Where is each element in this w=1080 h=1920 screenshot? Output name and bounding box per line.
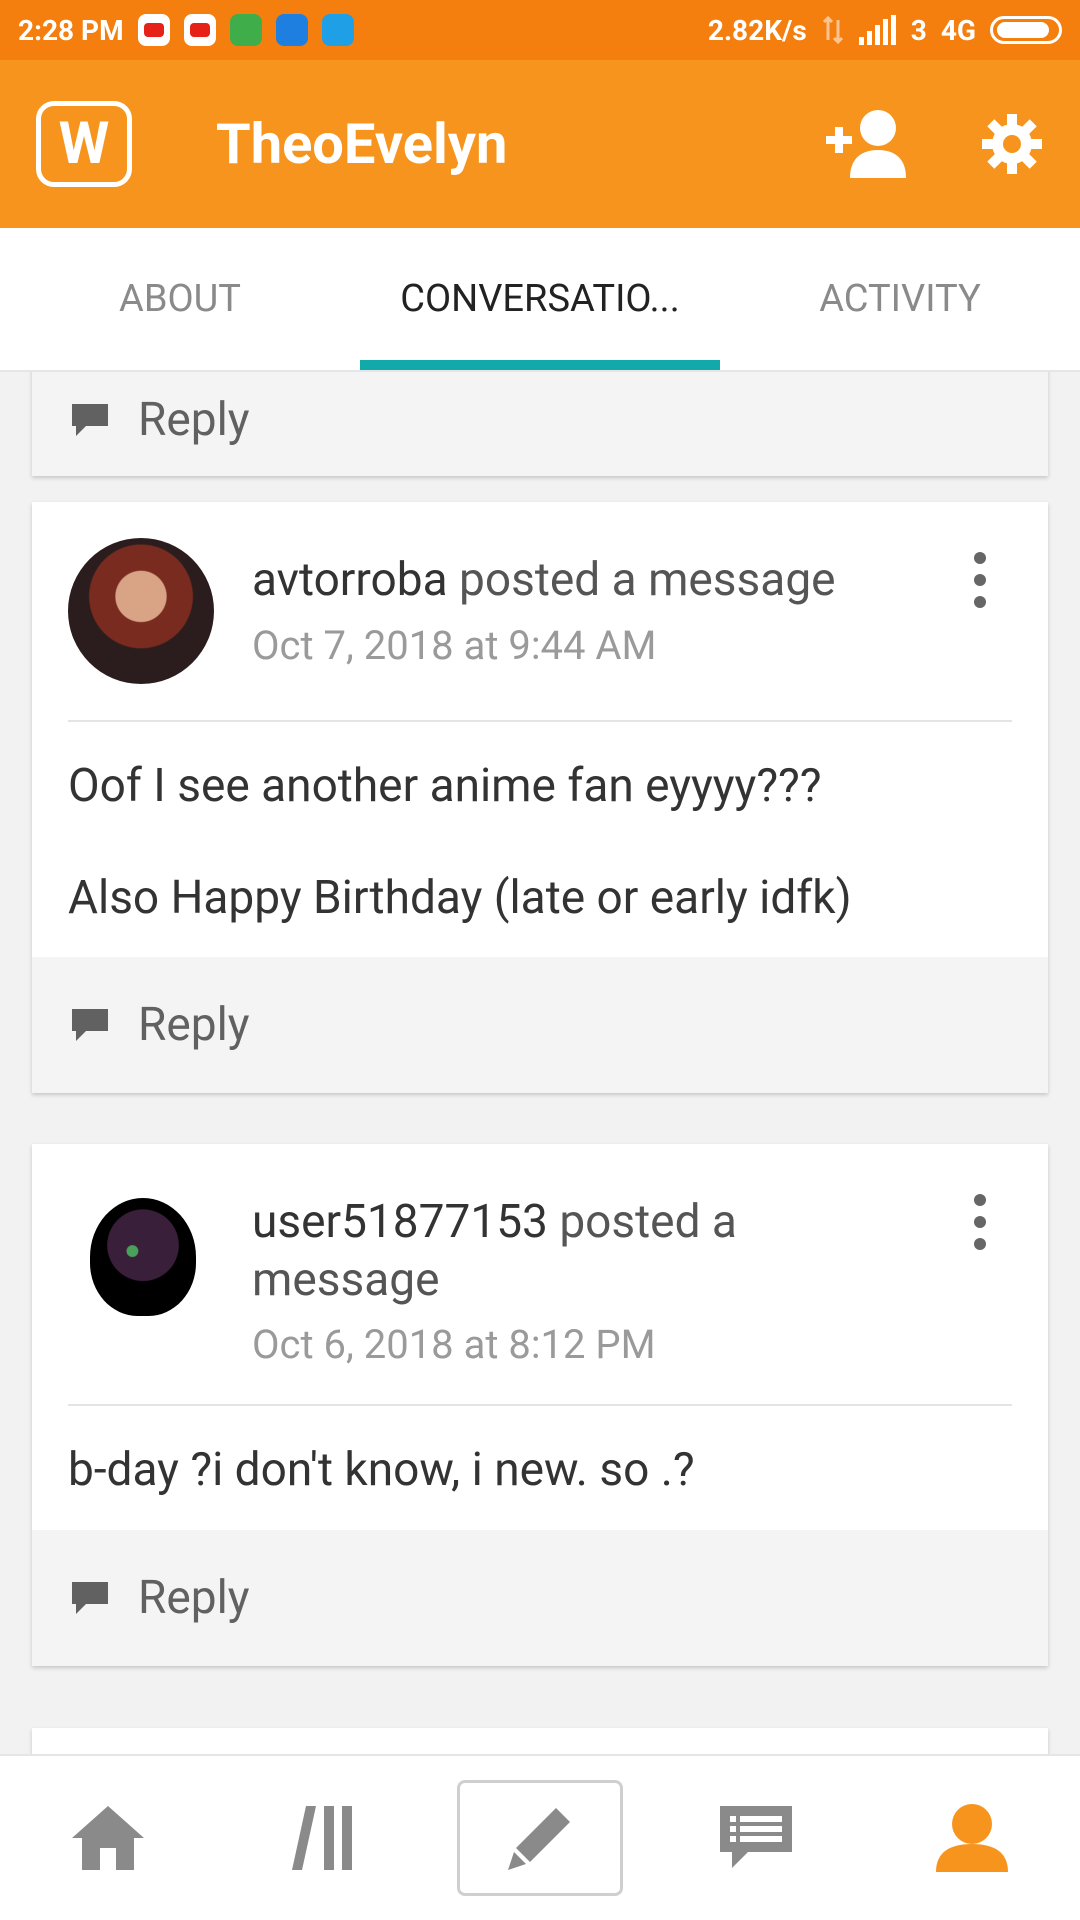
square-app-icon xyxy=(275,14,308,46)
post-body: b-day ?i don't know, i new. so .? xyxy=(32,1406,1048,1530)
conversation-feed[interactable]: Reply avtorroba posted a message Oct 7, … xyxy=(0,372,1080,1754)
post-body-line: b-day ?i don't know, i new. so .? xyxy=(68,1443,695,1497)
nav-compose[interactable] xyxy=(432,1756,648,1920)
post-header: avtorroba posted a message Oct 7, 2018 a… xyxy=(32,502,1048,684)
home-icon xyxy=(72,1806,144,1870)
library-icon xyxy=(292,1806,352,1870)
post-header: user51877153 posted a message Oct 6, 201… xyxy=(32,1144,1048,1368)
logo-glyph: W xyxy=(58,110,110,178)
status-bar: 2:28 PM 2.82K/s 3 4G xyxy=(0,0,1080,60)
signal-icon xyxy=(858,15,896,45)
nav-library[interactable] xyxy=(216,1756,432,1920)
avatar[interactable] xyxy=(68,1180,214,1326)
data-arrows-icon xyxy=(822,15,843,45)
app-bar-actions xyxy=(826,108,1044,180)
comment-icon xyxy=(72,404,108,436)
post-body-line: Also Happy Birthday (late or early idfk) xyxy=(68,870,852,925)
wattpad-logo-icon[interactable]: W xyxy=(36,101,132,187)
app-bar: W TheoEvelyn xyxy=(0,60,1080,228)
compose-icon xyxy=(508,1808,570,1870)
reply-label: Reply xyxy=(138,393,250,447)
cat-app-icon xyxy=(229,14,262,46)
app-root: 2:28 PM 2.82K/s 3 4G W TheoEvelyn ABOUT … xyxy=(0,0,1080,1920)
post-username[interactable]: user51877153 xyxy=(252,1195,548,1249)
post-timestamp: Oct 6, 2018 at 8:12 PM xyxy=(252,1321,656,1368)
network-speed: 2.82K/s xyxy=(707,13,807,47)
reply-button[interactable]: Reply xyxy=(32,1529,1048,1666)
nav-messages[interactable] xyxy=(648,1756,864,1920)
post-meta: user51877153 posted a message Oct 6, 201… xyxy=(252,1180,1012,1368)
battery-icon xyxy=(990,16,1062,44)
profile-tabs: ABOUT CONVERSATIO... ACTIVITY xyxy=(0,228,1080,372)
youtube-icon xyxy=(137,14,170,46)
signal-label: 3 xyxy=(910,13,927,47)
compose-button-frame xyxy=(457,1780,623,1896)
youtube-icon xyxy=(183,14,216,46)
post-username[interactable]: avtorroba xyxy=(252,553,448,607)
status-time: 2:28 PM xyxy=(18,13,124,47)
nav-profile[interactable] xyxy=(864,1756,1080,1920)
tab-activity-label: ACTIVITY xyxy=(819,277,981,321)
tab-conversations[interactable]: CONVERSATIO... xyxy=(360,228,720,370)
tab-about[interactable]: ABOUT xyxy=(0,228,360,370)
nav-home[interactable] xyxy=(0,1756,216,1920)
avatar[interactable] xyxy=(68,538,214,684)
network-type: 4G xyxy=(940,13,976,47)
add-person-icon[interactable] xyxy=(826,108,910,180)
post-meta: avtorroba posted a message Oct 7, 2018 a… xyxy=(252,538,1012,684)
gear-icon[interactable] xyxy=(980,112,1044,176)
page-title: TheoEvelyn xyxy=(216,111,508,177)
messages-icon xyxy=(720,1806,792,1868)
post-action-text: posted a message xyxy=(459,553,836,607)
comment-icon xyxy=(72,1581,108,1614)
drop-app-icon xyxy=(321,14,354,46)
status-right: 2.82K/s 3 4G xyxy=(708,14,1062,47)
message-card: avtorroba posted a message Oct 7, 2018 a… xyxy=(32,502,1048,1093)
post-timestamp: Oct 7, 2018 at 9:44 AM xyxy=(252,621,657,669)
message-card-next xyxy=(32,1728,1048,1754)
tab-conversations-label: CONVERSATIO... xyxy=(400,277,680,321)
reply-button[interactable]: Reply xyxy=(32,372,1048,476)
more-options-icon[interactable] xyxy=(974,552,986,608)
reply-label: Reply xyxy=(138,1570,250,1625)
post-author-line: user51877153 posted a message xyxy=(252,1194,932,1309)
bottom-nav xyxy=(0,1754,1080,1920)
comment-icon xyxy=(72,1009,108,1041)
post-body-line: Oof I see another anime fan eyyyy??? xyxy=(68,759,822,813)
post-author-line: avtorroba posted a message xyxy=(252,552,932,610)
post-body: Oof I see another anime fan eyyyy??? Als… xyxy=(32,722,1048,957)
status-left: 2:28 PM xyxy=(18,14,354,47)
message-card-previous: Reply xyxy=(32,372,1048,476)
reply-button[interactable]: Reply xyxy=(32,957,1048,1093)
reply-label: Reply xyxy=(138,998,250,1052)
tab-activity[interactable]: ACTIVITY xyxy=(720,228,1080,370)
tab-about-label: ABOUT xyxy=(119,277,241,321)
message-card: user51877153 posted a message Oct 6, 201… xyxy=(32,1144,1048,1666)
profile-icon xyxy=(936,1804,1008,1872)
more-options-icon[interactable] xyxy=(974,1194,986,1250)
